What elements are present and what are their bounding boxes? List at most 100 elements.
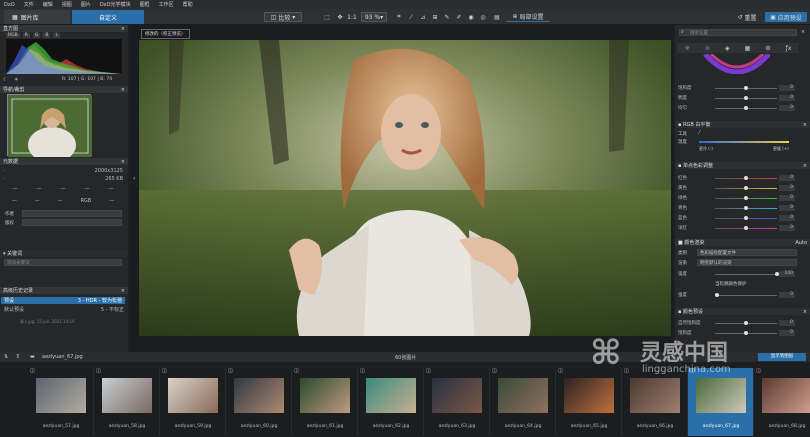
horizon-icon[interactable]: ⊿	[419, 12, 427, 22]
temperature-slider[interactable]	[699, 141, 789, 143]
menu-item[interactable]: 文件	[24, 1, 34, 8]
render-type-select[interactable]: 明亮默认的渲染	[697, 259, 797, 266]
slider[interactable]: 红色 0	[675, 175, 800, 181]
slider[interactable]: 明度 0	[675, 95, 800, 101]
fx-tab-icon[interactable]: ƒx	[786, 45, 792, 52]
copyright-field[interactable]	[22, 219, 122, 226]
slider[interactable]: 青色 0	[675, 205, 800, 211]
render-strength-value[interactable]: 100	[779, 271, 795, 277]
main-photo[interactable]	[139, 40, 671, 336]
slider-value[interactable]: 0	[779, 215, 795, 221]
compare-button[interactable]: ◫ 比较 ▾	[264, 12, 302, 22]
close-icon[interactable]: ×	[801, 29, 805, 35]
grid-overlay-icon[interactable]: ▤	[493, 12, 501, 22]
slider-knob[interactable]	[715, 293, 719, 297]
crop-icon[interactable]: ⌗	[395, 12, 403, 22]
slider-value[interactable]: 0	[779, 185, 795, 191]
author-field[interactable]	[22, 210, 122, 217]
histogram-channel-button[interactable]: L	[53, 33, 60, 38]
history-item[interactable]: 预设 3 - HDR - 较为松弛	[1, 297, 125, 304]
menu-item[interactable]: DxO光学模块	[100, 1, 131, 8]
filmstrip-item[interactable]: ◫ aezlyuan_57.jpg	[28, 368, 94, 436]
slider-value[interactable]: 0	[779, 205, 795, 211]
filmstrip-item[interactable]: ◫ aezlyuan_59.jpg	[160, 368, 226, 436]
moon-icon[interactable]: ☾	[3, 77, 7, 83]
menu-item[interactable]: 视图	[62, 1, 72, 8]
render-category-select[interactable]: 色彩描绘配置文件	[697, 249, 797, 256]
slider[interactable]: 均匀 0	[675, 105, 800, 111]
menu-item[interactable]: 编辑	[43, 1, 53, 8]
color-wheel[interactable]	[703, 54, 771, 74]
histogram-channel-button[interactable]: RGB	[6, 33, 20, 38]
keywords-header[interactable]: ▾ 关键词	[0, 250, 128, 257]
zoom-select[interactable]: 93 % ▾	[361, 12, 387, 22]
close-icon[interactable]: ×	[121, 288, 125, 294]
histogram-channel-button[interactable]: R	[22, 33, 30, 38]
wb-header[interactable]: ▪ RGB 白平衡 ×	[675, 121, 810, 128]
detail-tab-icon[interactable]: ◈	[725, 45, 730, 52]
intensity-value[interactable]: 0	[779, 292, 795, 298]
navigator-thumbnail[interactable]	[7, 94, 92, 163]
brush-icon[interactable]: ✐	[455, 12, 463, 22]
intensity-slider[interactable]: 强度 0	[675, 292, 800, 298]
nav-header[interactable]: 导航/裁剪 ×	[0, 86, 128, 93]
tab-custom[interactable]: 自定义	[72, 10, 144, 24]
filmstrip-item[interactable]: ◫ aezlyuan_60.jpg	[226, 368, 292, 436]
eye-icon[interactable]: ◎	[479, 12, 487, 22]
filmstrip-item[interactable]: ◫ aezlyuan_66.jpg	[622, 368, 688, 436]
slider-value[interactable]: 0	[779, 320, 795, 326]
light-tab-icon[interactable]: ☼	[685, 45, 690, 52]
history-header[interactable]: 高级历史记录 ×	[0, 287, 128, 294]
redeye-icon[interactable]: ◉	[467, 12, 475, 22]
settings-search[interactable]: 搜索设置	[679, 29, 797, 36]
slider-knob[interactable]	[744, 196, 748, 200]
filmstrip-item[interactable]: ◫ aezlyuan_68.jpg	[754, 368, 810, 436]
slider[interactable]: 蓝色 0	[675, 215, 800, 221]
histogram-channel-button[interactable]: B	[43, 33, 51, 38]
histogram-channel-button[interactable]: G	[32, 33, 41, 38]
slider[interactable]: 洋红 0	[675, 225, 800, 231]
apply-preset-button[interactable]: ▣ 应用预设	[765, 12, 807, 22]
color-tab-icon[interactable]: ⊛	[705, 45, 710, 52]
slider-value[interactable]: 0	[779, 85, 795, 91]
effects-tab-icon[interactable]: ⚙	[765, 45, 770, 52]
filmstrip-item[interactable]: ◫ aezlyuan_67.jpg	[688, 368, 754, 436]
slider-knob[interactable]	[744, 86, 748, 90]
slider-knob[interactable]	[744, 186, 748, 190]
hsl-header[interactable]: ▪ 单点色彩调整 ×	[675, 162, 810, 169]
slider-value[interactable]: 0	[779, 175, 795, 181]
menu-item[interactable]: DxO	[4, 2, 15, 8]
slider-value[interactable]: 0	[779, 225, 795, 231]
geometry-tab-icon[interactable]: ▦	[745, 45, 751, 52]
filmstrip-item[interactable]: ◫ aezlyuan_61.jpg	[292, 368, 358, 436]
fit-icon[interactable]: ⬚	[323, 12, 331, 22]
close-icon[interactable]: ×	[121, 26, 125, 32]
menu-item[interactable]: 图片	[81, 1, 91, 8]
slider-knob[interactable]	[744, 206, 748, 210]
slider-knob[interactable]	[744, 226, 748, 230]
filmstrip-item[interactable]: ◫ aezlyuan_58.jpg	[94, 368, 160, 436]
filmstrip-item[interactable]: ◫ aezlyuan_65.jpg	[556, 368, 622, 436]
filter-icon[interactable]: ⊽	[16, 354, 20, 360]
slider-knob[interactable]	[744, 321, 748, 325]
slider-knob[interactable]	[744, 106, 748, 110]
collapse-left-icon[interactable]: ‹	[133, 175, 135, 182]
preset-header[interactable]: ▪ 颜色预设 ×	[675, 308, 810, 315]
slider-knob[interactable]	[744, 176, 748, 180]
filmstrip-item[interactable]: ◫ aezlyuan_64.jpg	[490, 368, 556, 436]
sort-icon[interactable]: ⇅	[4, 354, 8, 360]
render-auto[interactable]: Auto	[795, 240, 807, 246]
filmstrip-item[interactable]: ◫ aezlyuan_62.jpg	[358, 368, 424, 436]
eyedropper-icon[interactable]: ⁄	[407, 12, 415, 22]
zoom-1to1-button[interactable]: 1:1	[347, 12, 357, 22]
metadata-header[interactable]: 元数据 ×	[0, 158, 128, 165]
tab-library[interactable]: ▦ 图片库	[4, 10, 70, 24]
history-item[interactable]: 默认预设 5 - 不标正	[4, 306, 124, 313]
slider-value[interactable]: 0	[779, 195, 795, 201]
local-adjust-button[interactable]: ⊕ 局部设置	[506, 12, 550, 22]
slider-knob[interactable]	[744, 216, 748, 220]
keywords-input[interactable]: 添加关键词	[4, 259, 122, 266]
menu-item[interactable]: 图框	[140, 1, 150, 8]
slider[interactable]: 绿色 0	[675, 195, 800, 201]
folder-icon[interactable]: ▬	[30, 354, 35, 360]
